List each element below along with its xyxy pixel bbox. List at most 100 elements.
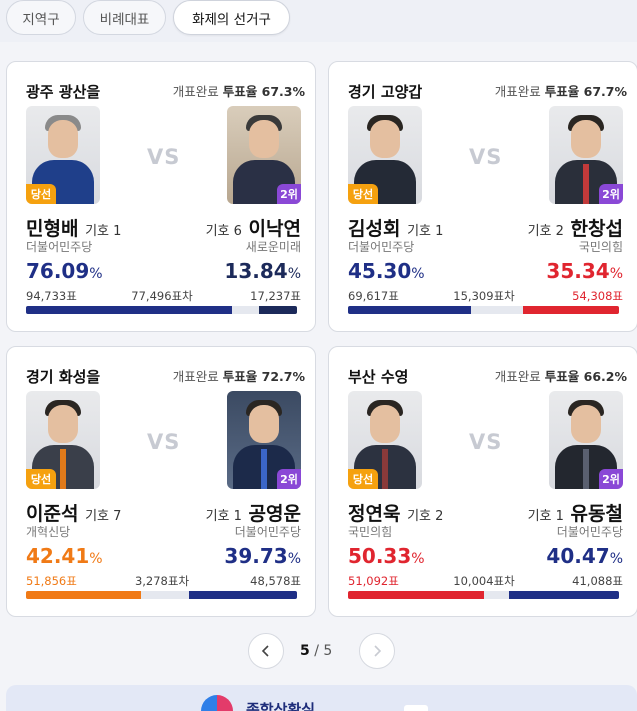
turnout-rate: 투표율 72.7%: [222, 369, 305, 384]
rank-badge: 2위: [277, 184, 301, 204]
vote-share-right: 35.34%: [546, 259, 623, 283]
party-left: 국민의힘: [348, 525, 393, 539]
vote-bar: [348, 306, 619, 314]
party-left: 더불어민주당: [26, 240, 93, 254]
candidate-photo-left[interactable]: 당선: [26, 391, 100, 489]
count-status: 개표완료: [172, 369, 219, 384]
winner-badge: 당선: [348, 469, 378, 489]
candidate-photo-right[interactable]: 2위: [227, 391, 301, 489]
banner-text: 종합상황실: [246, 701, 316, 711]
ballot-number: 기호 2: [407, 509, 444, 524]
pct-value: 39.73: [224, 544, 288, 568]
vote-share-right: 13.84%: [224, 259, 301, 283]
pct-value: 76.09: [26, 259, 90, 283]
vote-difference: 77,496표차: [131, 289, 193, 303]
party-right: 더불어민주당: [556, 525, 623, 539]
ballot-number: 기호 1: [527, 509, 564, 524]
race-card[interactable]: 광주 광산을 개표완료 투표율 67.3% 당선 VS 2위 민형배 기호 1 …: [6, 61, 316, 332]
ballot-number: 기호 1: [85, 224, 122, 239]
chevron-right-icon: [374, 645, 382, 657]
pct-unit: %: [609, 266, 623, 282]
rank-badge: 2위: [277, 469, 301, 489]
pct-unit: %: [411, 551, 425, 567]
candidate-name-left[interactable]: 김성회 기호 1: [348, 214, 443, 241]
turnout-rate: 투표율 67.7%: [544, 84, 627, 99]
situation-room-banner[interactable]: 종합상황실: [6, 685, 637, 711]
candidate-name-left[interactable]: 민형배 기호 1: [26, 214, 121, 241]
turnout-info: 개표완료 투표율 72.7%: [173, 366, 305, 385]
pct-unit: %: [287, 551, 301, 567]
photo-tie: [583, 164, 589, 204]
candidate-name-right[interactable]: 기호 1 공영운: [206, 499, 301, 526]
ballot-number: 기호 2: [527, 224, 564, 239]
race-card[interactable]: 부산 수영 개표완료 투표율 66.2% 당선 VS 2위 정연욱 기호 2 기…: [328, 346, 637, 617]
candidate-photo-right[interactable]: 2위: [227, 106, 301, 204]
pagination: 5 / 5: [0, 633, 637, 673]
count-status: 개표완료: [494, 84, 541, 99]
region-name: 광주 광산을: [26, 83, 101, 101]
tab-proportional[interactable]: 비례대표: [83, 0, 166, 35]
votes-left: 51,856표: [26, 574, 77, 588]
name-text: 공영운: [248, 503, 301, 525]
candidate-name-right[interactable]: 기호 1 유동철: [528, 499, 623, 526]
vote-bar-right: [509, 591, 619, 599]
turnout-rate: 투표율 66.2%: [544, 369, 627, 384]
vote-bar: [26, 591, 297, 599]
votes-right: 48,578표: [250, 574, 301, 588]
name-text: 김성회: [348, 218, 401, 240]
race-card[interactable]: 경기 고양갑 개표완료 투표율 67.7% 당선 VS 2위 김성회 기호 1 …: [328, 61, 637, 332]
party-right: 더불어민주당: [234, 525, 301, 539]
page-indicator: 5 / 5: [300, 643, 332, 659]
vote-difference: 15,309표차: [453, 289, 515, 303]
photo-tie: [60, 449, 66, 489]
tab-district[interactable]: 지역구: [6, 0, 76, 35]
turnout-info: 개표완료 투표율 67.3%: [173, 81, 305, 100]
photo-face: [249, 120, 279, 158]
turnout-info: 개표완료 투표율 67.7%: [495, 81, 627, 100]
party-left: 개혁신당: [26, 525, 71, 539]
vote-bar-left: [348, 591, 484, 599]
name-text: 정연욱: [348, 503, 401, 525]
pct-unit: %: [287, 266, 301, 282]
pct-value: 40.47: [546, 544, 610, 568]
votes-right: 17,237표: [250, 289, 301, 303]
candidate-name-left[interactable]: 정연욱 기호 2: [348, 499, 443, 526]
ballot-number: 기호 1: [407, 224, 444, 239]
name-text: 유동철: [570, 503, 623, 525]
pct-value: 35.34: [546, 259, 610, 283]
name-text: 한창섭: [570, 218, 623, 240]
candidate-name-right[interactable]: 기호 6 이낙연: [206, 214, 301, 241]
count-status: 개표완료: [172, 84, 219, 99]
vote-share-left: 42.41%: [26, 544, 103, 568]
winner-badge: 당선: [26, 184, 56, 204]
ballot-number: 기호 1: [205, 509, 242, 524]
winner-badge: 당선: [348, 184, 378, 204]
candidate-photo-left[interactable]: 당선: [26, 106, 100, 204]
candidate-name-right[interactable]: 기호 2 한창섭: [528, 214, 623, 241]
votes-right: 41,088표: [572, 574, 623, 588]
votes-left: 51,092표: [348, 574, 399, 588]
turnout-info: 개표완료 투표율 66.2%: [495, 366, 627, 385]
vote-share-left: 50.33%: [348, 544, 425, 568]
vs-label: VS: [469, 145, 503, 169]
ballot-number: 기호 6: [205, 224, 242, 239]
candidate-photo-left[interactable]: 당선: [348, 106, 422, 204]
vote-bar-left: [26, 306, 232, 314]
next-page-button[interactable]: [359, 633, 395, 669]
rank-badge: 2위: [599, 184, 623, 204]
banner-box: [404, 705, 428, 711]
total-pages: 5: [323, 643, 333, 659]
race-card[interactable]: 경기 화성을 개표완료 투표율 72.7% 당선 VS 2위 이준석 기호 7 …: [6, 346, 316, 617]
pct-unit: %: [411, 266, 425, 282]
candidate-name-left[interactable]: 이준석 기호 7: [26, 499, 121, 526]
candidate-photo-left[interactable]: 당선: [348, 391, 422, 489]
prev-page-button[interactable]: [248, 633, 284, 669]
candidate-photo-right[interactable]: 2위: [549, 106, 623, 204]
candidate-photo-right[interactable]: 2위: [549, 391, 623, 489]
vote-difference: 3,278표차: [134, 574, 190, 588]
vs-label: VS: [147, 145, 181, 169]
tab-bar: 지역구 비례대표 화제의 선거구: [0, 0, 637, 42]
tab-hot-districts[interactable]: 화제의 선거구: [173, 0, 290, 35]
pct-value: 50.33: [348, 544, 412, 568]
votes-right: 54,308표: [572, 289, 623, 303]
